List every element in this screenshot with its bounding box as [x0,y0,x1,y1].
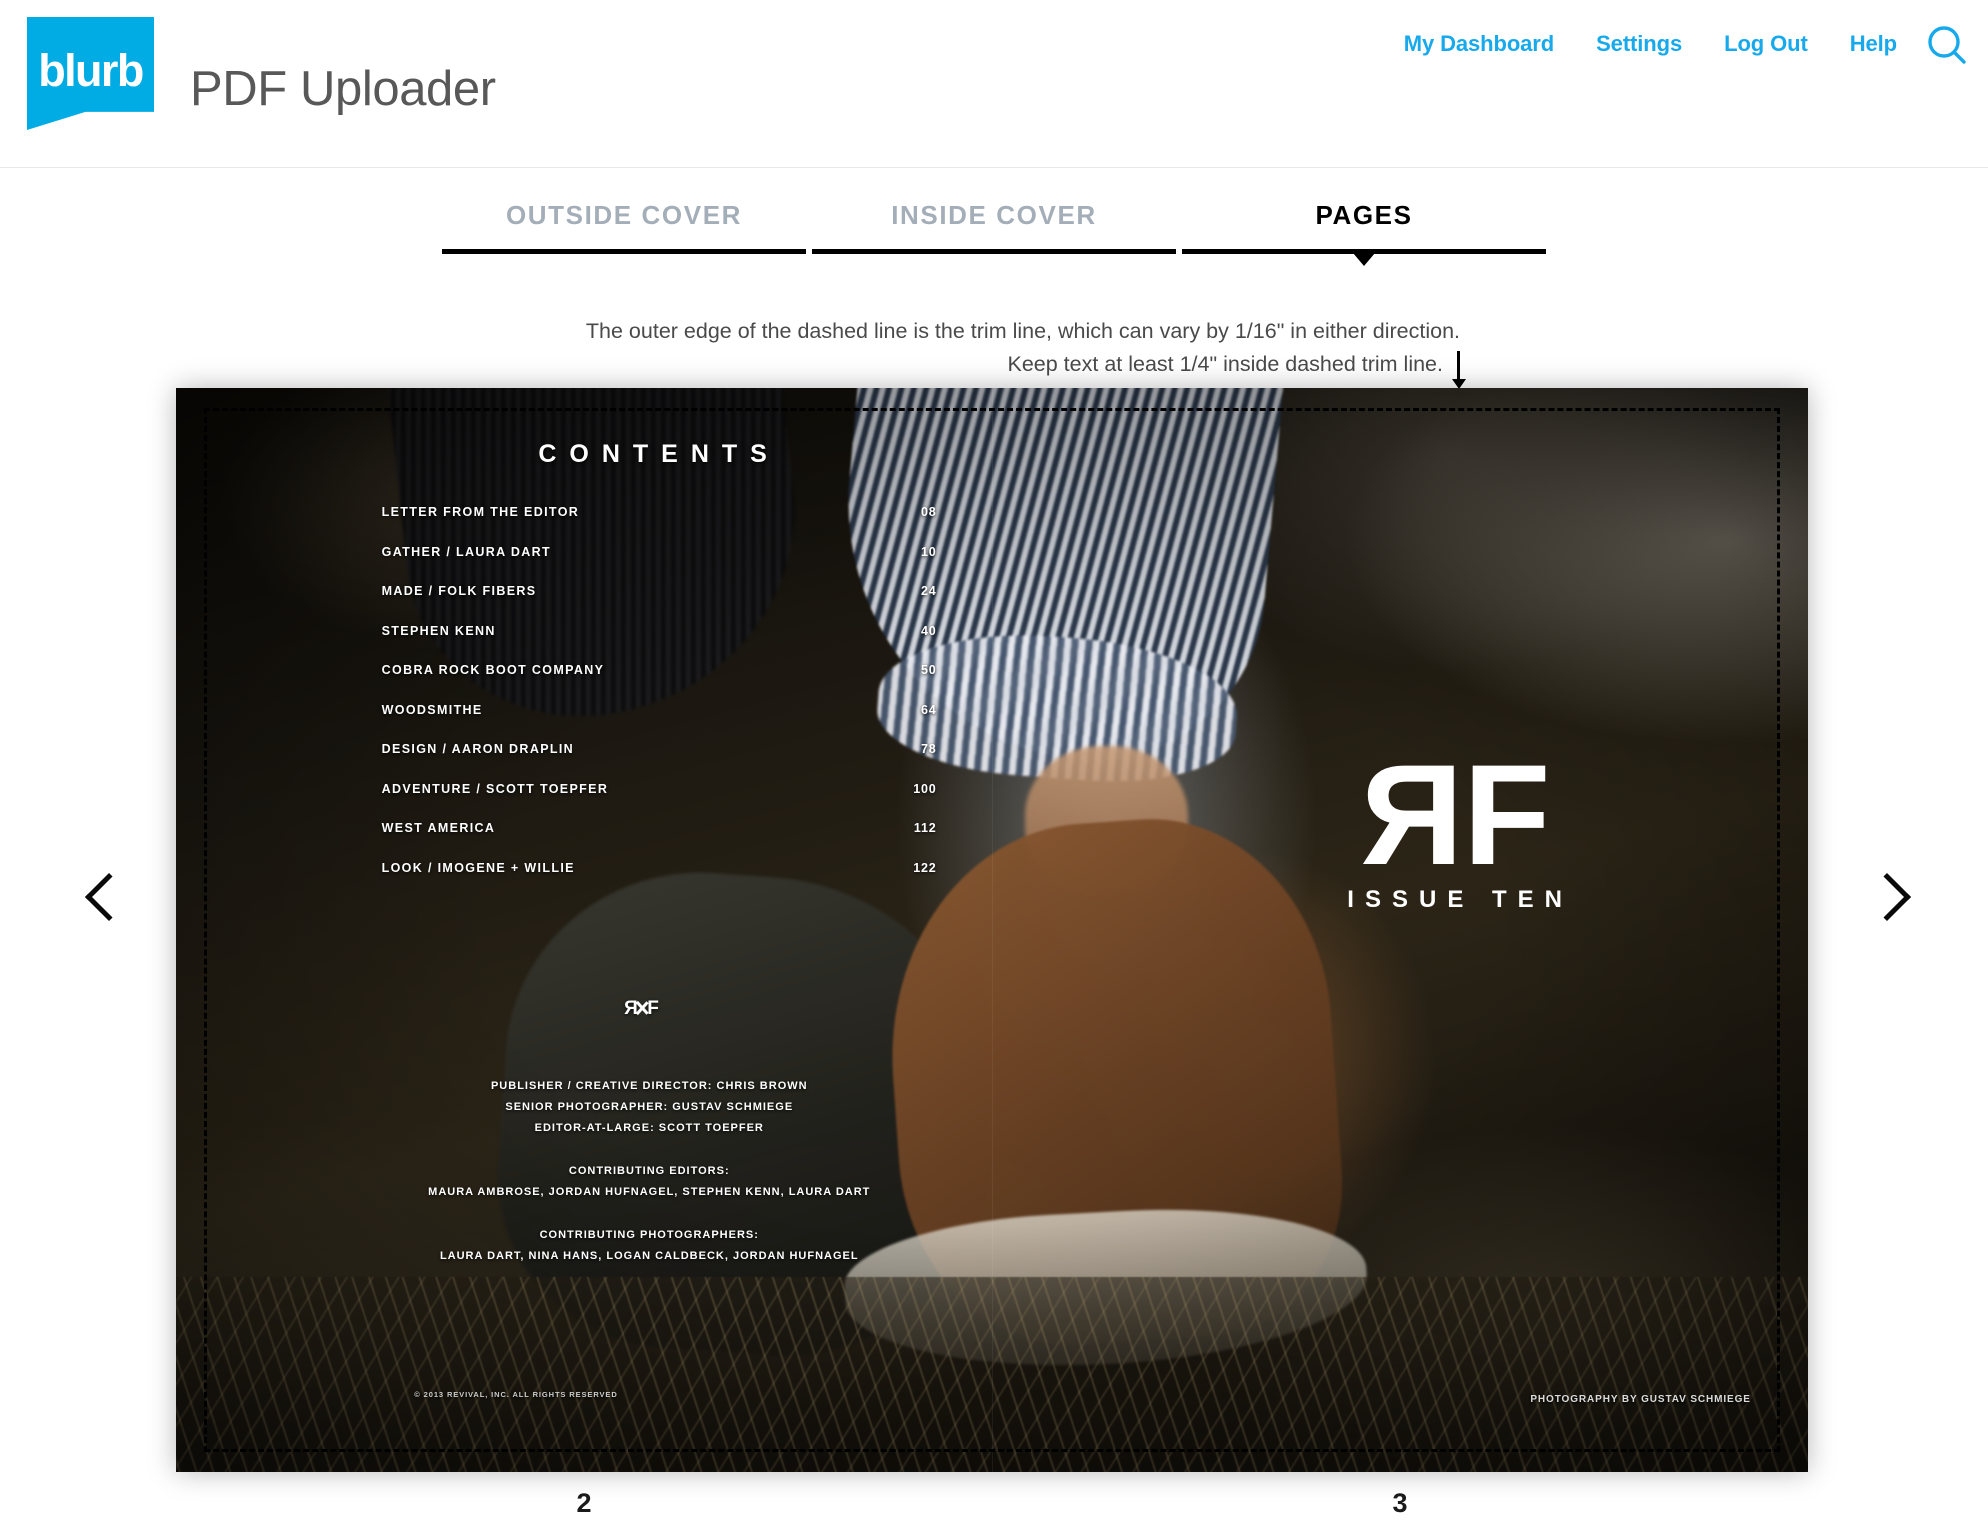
tab-inside-cover[interactable]: INSIDE COVER [812,200,1176,254]
toc-entry: DESIGN / AARON DRAPLIN 78 [382,742,937,756]
toc-entry: WEST AMERICA 112 [382,821,937,835]
contents-block: CONTENTS LETTER FROM THE EDITOR 08 GATHE… [382,440,937,900]
page-spread-preview[interactable]: CONTENTS LETTER FROM THE EDITOR 08 GATHE… [176,388,1808,1472]
chevron-right-icon[interactable] [1862,872,1936,946]
toc-entry: ADVENTURE / SCOTT TOEPFER 100 [382,782,937,796]
toc-entry-page: 50 [920,663,937,678]
toc-entry-page: 10 [920,544,937,559]
toc-entry-title: STEPHEN KENN [381,623,496,638]
toc-entry-title: LETTER FROM THE EDITOR [381,505,580,520]
instruction-line-1: The outer edge of the dashed line is the… [585,319,1460,343]
rf-logo-f: F [1463,736,1550,896]
nav-link-help[interactable]: Help [1829,31,1918,57]
contents-heading: CONTENTS [538,440,780,469]
brand: blurb PDF Uploader [27,17,496,130]
toc-entry-page: 40 [920,623,937,638]
toc-entry-page: 24 [920,584,937,599]
tab-outside-cover[interactable]: OUTSIDE COVER [442,200,806,254]
tab-pages[interactable]: PAGES [1182,200,1546,266]
credit-contributing-photographers-label: CONTRIBUTING PHOTOGRAPHERS: [539,1229,759,1242]
toc-entry-page: 78 [920,742,937,757]
chevron-right-glyph [1862,872,1912,922]
toc-entry: GATHER / LAURA DART 10 [382,545,937,559]
copyright-line: © 2013 REVIVAL, INC. ALL RIGHTS RESERVED [414,1389,618,1399]
toc-entry-title: ADVENTURE / SCOTT TOEPFER [381,781,609,796]
toc-entry: COBRA ROCK BOOT COMPANY 50 [382,663,937,677]
credits-spacer [356,1203,944,1225]
instruction-line-2: Keep text at least 1/4" inside dashed tr… [1007,352,1444,376]
blurb-logo-text: blurb [38,44,144,96]
credit-publisher: PUBLISHER / CREATIVE DIRECTOR: CHRIS BRO… [490,1080,808,1093]
credit-senior-photographer: SENIOR PHOTOGRAPHER: GUSTAV SCHMIEGE [505,1101,794,1114]
nav-link-my-dashboard[interactable]: My Dashboard [1383,31,1575,57]
spread-gutter [992,388,993,1472]
toc-entry-title: GATHER / LAURA DART [381,544,552,559]
active-tab-caret-icon [1353,253,1375,266]
page-number-right: 3 [1392,1488,1408,1518]
toc-entry-page: 112 [913,821,937,836]
down-arrow-icon [1457,350,1460,381]
page-number-row: 2 3 [176,1488,1808,1519]
credit-editor-at-large: EDITOR-AT-LARGE: SCOTT TOEPFER [534,1122,764,1135]
toc-entry-page: 08 [920,505,937,520]
nav-link-settings[interactable]: Settings [1575,31,1703,57]
rf-logo-large: RF ISSUE TEN [1337,736,1573,914]
credits-spacer [356,1139,944,1161]
credit-contributing-editors: MAURA AMBROSE, JORDAN HUFNAGEL, STEPHEN … [428,1186,871,1199]
toc-entry-title: WOODSMITHE [381,702,483,717]
credit-contributing-editors-label: CONTRIBUTING EDITORS: [568,1165,730,1178]
toc-entry-title: MADE / FOLK FIBERS [381,584,537,599]
masthead-credits: PUBLISHER / CREATIVE DIRECTOR: CHRIS BRO… [356,1076,944,1267]
toc-entry-title: WEST AMERICA [381,821,496,836]
toc-entry: MADE / FOLK FIBERS 24 [382,584,937,598]
tab-bar: OUTSIDE COVER INSIDE COVER PAGES [0,200,1988,266]
toc-entry-title: LOOK / IMOGENE + WILLIE [381,860,575,875]
tab-pages-label: PAGES [1315,200,1413,230]
toc-entry-title: COBRA ROCK BOOT COMPANY [381,663,605,678]
page-number-left: 2 [576,1488,592,1518]
photography-credit: PHOTOGRAPHY BY GUSTAV SCHMIEGE [1530,1393,1751,1405]
chevron-left-glyph [84,872,134,922]
toc-entry-page: 64 [920,702,937,717]
credit-contributing-photographers: LAURA DART, NINA HANS, LOGAN CALDBECK, J… [439,1250,859,1263]
toc-entry-page: 100 [913,781,937,796]
search-icon[interactable] [1924,21,1988,67]
trim-line-instructions: The outer edge of the dashed line is the… [586,315,1460,381]
nav-link-log-out[interactable]: Log Out [1703,31,1829,57]
tab-inside-cover-label: INSIDE COVER [891,200,1097,230]
toc-entry: WOODSMITHE 64 [382,703,937,717]
blurb-logo-icon[interactable]: blurb [27,17,154,130]
app-header: blurb PDF Uploader My Dashboard Settings… [0,0,1988,168]
x-mark-icon [634,1000,650,1016]
rf-logo-r: R [1361,736,1464,896]
toc-entry: LOOK / IMOGENE + WILLIE 122 [382,861,937,875]
top-navigation: My Dashboard Settings Log Out Help [1383,21,1988,67]
page-title: PDF Uploader [190,62,496,116]
page-spread: CONTENTS LETTER FROM THE EDITOR 08 GATHE… [176,388,1808,1472]
toc-entry: STEPHEN KENN 40 [382,624,937,638]
toc-entry: LETTER FROM THE EDITOR 08 [382,505,937,519]
toc-entry-title: DESIGN / AARON DRAPLIN [381,742,575,757]
chevron-left-icon[interactable] [84,872,158,946]
toc-entry-page: 122 [913,860,937,875]
tab-outside-cover-label: OUTSIDE COVER [505,200,743,230]
rf-monogram-small: RF [621,998,661,1020]
